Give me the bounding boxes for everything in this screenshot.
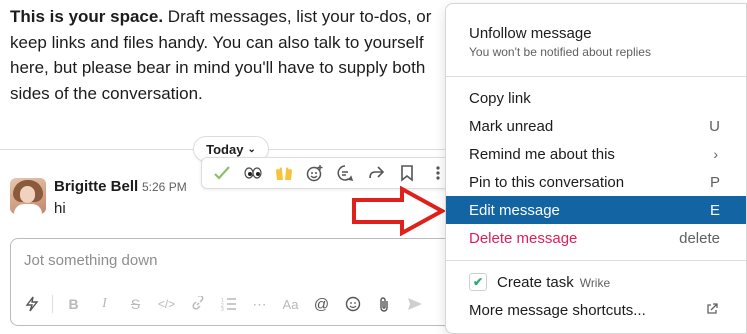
eyes-icon[interactable] [239, 159, 268, 187]
message-text: hi [54, 200, 66, 217]
menu-pin-to-conversation[interactable]: Pin to this conversation P [446, 168, 746, 196]
code-icon[interactable]: </> [154, 291, 179, 317]
menu-edit-message[interactable]: Edit message E [446, 196, 746, 224]
wrike-check-icon: ✔ [469, 273, 487, 291]
menu-label: Unfollow message [469, 25, 592, 42]
menu-create-task[interactable]: ✔ Create task Wrike [446, 268, 746, 296]
link-icon[interactable] [185, 291, 210, 317]
message-composer: B I S </> 123 ⋯ Aa @ [10, 238, 455, 326]
svg-text:3: 3 [221, 307, 224, 311]
avatar[interactable] [10, 178, 46, 214]
menu-label: Mark unread [469, 117, 554, 135]
menu-label: Remind me about this [469, 145, 615, 163]
text-style-icon[interactable]: Aa [278, 291, 303, 317]
attach-icon[interactable] [371, 291, 396, 317]
more-formatting-icon[interactable]: ⋯ [247, 291, 272, 317]
menu-more-message-shortcuts[interactable]: More message shortcuts... [446, 296, 746, 324]
raised-hands-icon[interactable] [270, 159, 299, 187]
send-icon[interactable] [402, 291, 427, 317]
add-reaction-icon[interactable] [300, 159, 329, 187]
toolbar-divider [52, 295, 53, 313]
bold-icon[interactable]: B [61, 291, 86, 317]
menu-separator [446, 76, 746, 77]
menu-label: Edit message [469, 201, 560, 219]
message-time[interactable]: 5:26 PM [142, 180, 187, 194]
checkmark-icon[interactable] [208, 159, 237, 187]
reply-in-thread-icon[interactable] [331, 159, 360, 187]
channel-intro: This is your space. Draft messages, list… [10, 4, 450, 106]
menu-label: More message shortcuts... [469, 301, 646, 319]
intro-bold: This is your space. [10, 7, 164, 26]
bookmark-icon[interactable] [393, 159, 422, 187]
message-sender[interactable]: Brigitte Bell [54, 178, 138, 195]
chevron-right-icon: › [713, 146, 718, 162]
strikethrough-icon[interactable]: S [123, 291, 148, 317]
menu-shortcut: P [709, 173, 720, 191]
external-link-icon [706, 302, 718, 318]
menu-app-name: Wrike [579, 275, 611, 290]
italic-icon[interactable]: I [92, 291, 117, 317]
menu-remind-me[interactable]: Remind me about this › [446, 140, 746, 168]
date-divider-label: Today [206, 141, 244, 157]
menu-shortcut: delete [679, 229, 720, 247]
share-icon[interactable] [362, 159, 391, 187]
menu-label: Delete message [469, 229, 578, 247]
menu-delete-message[interactable]: Delete message delete [446, 224, 746, 252]
menu-unfollow-sublabel: You won't be notified about replies [469, 45, 651, 59]
menu-separator [446, 260, 746, 261]
menu-mark-unread[interactable]: Mark unread U [446, 112, 746, 140]
menu-label: Pin to this conversation [469, 173, 625, 191]
chevron-down-icon: ⌄ [247, 143, 256, 155]
composer-toolbar: B I S </> 123 ⋯ Aa @ [19, 291, 427, 317]
menu-shortcut: U [709, 117, 720, 135]
composer-input[interactable] [22, 251, 426, 270]
mention-icon[interactable]: @ [309, 291, 334, 317]
lightning-shortcuts-icon[interactable] [19, 291, 44, 317]
menu-label: Copy link [469, 89, 531, 107]
menu-copy-link[interactable]: Copy link [446, 84, 746, 112]
emoji-icon[interactable] [340, 291, 365, 317]
message-context-menu: Unfollow message You won't be notified a… [445, 3, 747, 334]
ordered-list-icon[interactable]: 123 [216, 291, 241, 317]
message-actions-bar [201, 157, 453, 189]
menu-shortcut: E [709, 201, 720, 219]
annotation-arrow [352, 186, 446, 236]
menu-label: Create task [497, 273, 574, 291]
